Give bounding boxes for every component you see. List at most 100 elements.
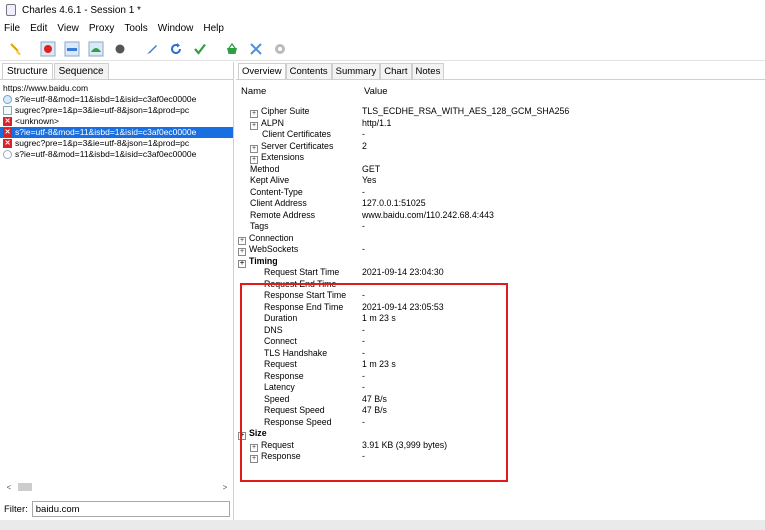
request-error-icon: ✕ [3,139,12,148]
tree-row[interactable]: s?ie=utf-8&mod=11&isbd=1&isid=c3af0ec000… [0,94,233,105]
property-row[interactable]: Kept Alive Yes [236,175,765,187]
turtle-icon[interactable] [88,41,104,57]
property-name: Request Start Time [264,267,339,277]
property-row[interactable]: + Server Certificates 2 [236,141,765,153]
tree-row[interactable]: ✕ s?ie=utf-8&mod=11&isbd=1&isid=c3af0ec00… [0,127,233,138]
property-row[interactable]: Method GET [236,164,765,176]
property-name: Tags [250,221,269,231]
tree-row-label: s?ie=utf-8&mod=11&isbd=1&isid=c3af0ec000… [15,94,197,104]
refresh-icon[interactable] [168,41,184,57]
property-row[interactable]: + Cipher Suite TLS_ECDHE_RSA_WITH_AES_128_… [236,106,765,118]
menu-tools[interactable]: Tools [124,23,147,34]
filter-bar: Filter: [4,500,230,518]
menu-help[interactable]: Help [203,23,224,34]
request-document-icon [3,106,12,115]
column-header-value[interactable]: Value [364,86,388,97]
property-name: Content-Type [250,187,303,197]
menu-view[interactable]: View [57,23,79,34]
menu-proxy[interactable]: Proxy [89,23,115,34]
timing-highlight-box [240,283,508,482]
property-name-text: Remote Address [250,209,316,220]
property-row[interactable]: + ALPN http/1.1 [236,118,765,130]
property-name-text: Kept Alive [250,175,290,185]
scroll-right-icon[interactable]: > [220,483,230,492]
property-row[interactable]: + WebSockets - [236,244,765,256]
property-value: GET [362,163,381,174]
scroll-thumb[interactable] [18,483,32,491]
tree-row-label: s?ie=utf-8&mod=11&isbd=1&isid=c3af0ec000… [15,127,197,137]
table-header: Name Value [238,84,758,98]
property-row[interactable]: + Connection [236,233,765,245]
menu-bar: File Edit View Proxy Tools Window Help [0,20,765,37]
property-name-text: Client Certificates [262,129,331,139]
breakpoint-icon[interactable] [112,41,128,57]
broom-icon[interactable] [8,41,24,57]
request-complete-icon [3,95,12,104]
property-name: + Connection [238,233,294,245]
property-row[interactable]: + Extensions [236,152,765,164]
property-name: + Timing [238,256,278,268]
tab-overview[interactable]: Overview [238,63,286,79]
property-name-text: Request Start Time [264,267,340,277]
property-name-text: ALPN [261,117,284,128]
column-header-name[interactable]: Name [241,86,266,97]
tab-sequence[interactable]: Sequence [53,63,109,79]
property-row[interactable]: Client Certificates - [236,129,765,141]
property-row[interactable]: Remote Address www.baidu.com/110.242.68.4… [236,210,765,222]
property-row[interactable]: Content-Type - [236,187,765,199]
property-name: Remote Address [250,210,315,220]
property-row[interactable]: Tags - [236,221,765,233]
property-name-text: Server Certificates [261,140,334,151]
menu-edit[interactable]: Edit [30,23,47,34]
tree-row-label: https://www.baidu.com [3,83,89,93]
tree-row[interactable]: ✕ sugrec?pre=1&p=3&ie=utf-8&json=1&prod=p… [0,138,233,149]
property-row[interactable]: Client Address 127.0.0.1:51025 [236,198,765,210]
property-name-text: Extensions [261,152,305,162]
filter-label: Filter: [4,503,28,515]
property-name: Method [250,164,279,174]
request-tree: https://www.baidu.com s?ie=utf-8&mod=11&i… [0,80,233,160]
basket-icon[interactable] [224,41,240,57]
toolbar [0,37,765,61]
property-value: - [362,221,365,231]
property-name-text: Method [250,163,280,174]
check-icon[interactable] [192,41,208,57]
tab-contents[interactable]: Contents [285,63,332,79]
right-tab-bar: Overview Contents Summary Chart Notes [236,62,765,80]
request-pending-icon [3,150,12,159]
settings-icon[interactable] [272,41,288,57]
tree-row[interactable]: ✕ <unknown> [0,116,233,127]
tools-icon[interactable] [248,41,264,57]
throttle-icon[interactable] [64,41,80,57]
tree-row-label: sugrec?pre=1&p=3&ie=utf-8&json=1&prod=pc [15,105,190,115]
property-name-text: Tags [250,221,269,231]
property-row[interactable]: + Timing [236,256,765,268]
tab-summary[interactable]: Summary [331,63,381,79]
charles-app-icon [6,4,16,16]
property-value: 2 [362,140,367,151]
tab-notes[interactable]: Notes [411,63,445,79]
request-error-icon: ✕ [3,117,12,126]
horizontal-scrollbar[interactable]: < > [4,482,230,492]
tree-row[interactable]: https://www.baidu.com [0,83,233,94]
property-value: TLS_ECDHE_RSA_WITH_AES_128_GCM_SHA256 [362,106,570,116]
property-row[interactable]: Request Start Time 2021-09-14 23:04:30 [236,267,765,279]
tree-row[interactable]: s?ie=utf-8&mod=11&isbd=1&isid=c3af0ec000… [0,149,233,160]
property-name: + ALPN [250,118,284,130]
filter-input[interactable] [31,501,230,517]
pen-icon[interactable] [144,41,160,57]
property-name: + WebSockets [238,244,298,256]
scroll-left-icon[interactable]: < [4,483,14,492]
tree-row-label: sugrec?pre=1&p=3&ie=utf-8&json=1&prod=pc [15,138,190,148]
tab-structure[interactable]: Structure [2,63,53,79]
property-value: - [362,129,365,139]
scroll-track[interactable] [14,483,220,491]
record-icon[interactable] [40,41,56,57]
tree-row[interactable]: sugrec?pre=1&p=3&ie=utf-8&json=1&prod=pc [0,105,233,116]
property-value: www.baidu.com/110.242.68.4:443 [362,209,494,220]
tab-chart[interactable]: Chart [380,63,412,79]
property-name: Client Address [250,198,307,208]
menu-file[interactable]: File [4,23,20,34]
property-name-text: Connection [249,232,294,243]
menu-window[interactable]: Window [158,23,194,34]
